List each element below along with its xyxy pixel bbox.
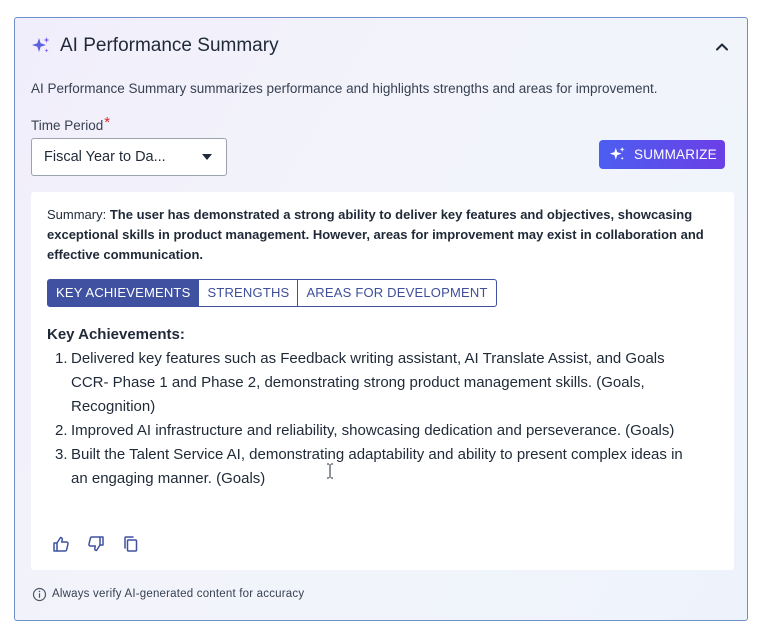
list-item: 1. Delivered key features such as Feedba…: [47, 347, 702, 419]
ai-summary-card: AI Performance Summary AI Performance Su…: [14, 17, 748, 621]
chevron-up-icon[interactable]: [713, 38, 731, 56]
disclaimer-text: Always verify AI-generated content for a…: [52, 588, 305, 600]
time-period-value: Fiscal Year to Da...: [44, 149, 166, 165]
time-period-label-text: Time Period: [31, 118, 104, 133]
tab-areas-for-development[interactable]: AREAS FOR DEVELOPMENT: [298, 279, 497, 307]
caret-down-icon: [202, 154, 212, 160]
section-heading: Key Achievements:: [47, 326, 185, 343]
summary-prefix: Summary:: [47, 207, 110, 222]
card-description: AI Performance Summary summarizes perfor…: [31, 81, 658, 96]
time-period-select[interactable]: Fiscal Year to Da...: [31, 138, 227, 176]
text-cursor-icon: [327, 463, 333, 479]
info-icon: [32, 587, 47, 602]
list-item-text: Improved AI infrastructure and reliabili…: [71, 422, 675, 439]
summary-body: The user has demonstrated a strong abili…: [47, 207, 704, 262]
sparkle-icon: [609, 146, 625, 161]
summary-text: Summary: The user has demonstrated a str…: [47, 205, 719, 265]
list-item-number: 3.: [55, 446, 68, 463]
list-item-text: Built the Talent Service AI, demonstrati…: [71, 446, 683, 487]
summary-panel: Summary: The user has demonstrated a str…: [31, 192, 734, 570]
sparkle-icon: [32, 37, 50, 53]
feedback-actions: [52, 535, 140, 555]
required-marker: *: [104, 114, 111, 131]
tab-key-achievements[interactable]: KEY ACHIEVEMENTS: [47, 279, 200, 307]
summary-tabs: KEY ACHIEVEMENTS STRENGTHS AREAS FOR DEV…: [47, 279, 497, 307]
copy-icon[interactable]: [122, 535, 140, 553]
list-item-number: 2.: [55, 422, 68, 439]
thumbs-up-icon[interactable]: [52, 535, 70, 553]
thumbs-down-icon[interactable]: [87, 535, 105, 553]
summarize-button[interactable]: SUMMARIZE: [599, 140, 725, 169]
tab-strengths[interactable]: STRENGTHS: [199, 279, 299, 307]
achievements-list: 1. Delivered key features such as Feedba…: [47, 347, 702, 491]
summarize-button-label: SUMMARIZE: [634, 147, 717, 162]
card-header: AI Performance Summary: [31, 34, 731, 60]
list-item-number: 1.: [55, 350, 68, 367]
list-item: 3. Built the Talent Service AI, demonstr…: [47, 443, 702, 491]
list-item-text: Delivered key features such as Feedback …: [71, 350, 665, 415]
list-item: 2. Improved AI infrastructure and reliab…: [47, 419, 702, 443]
card-title: AI Performance Summary: [60, 35, 279, 56]
time-period-label: Time Period*: [31, 114, 111, 134]
